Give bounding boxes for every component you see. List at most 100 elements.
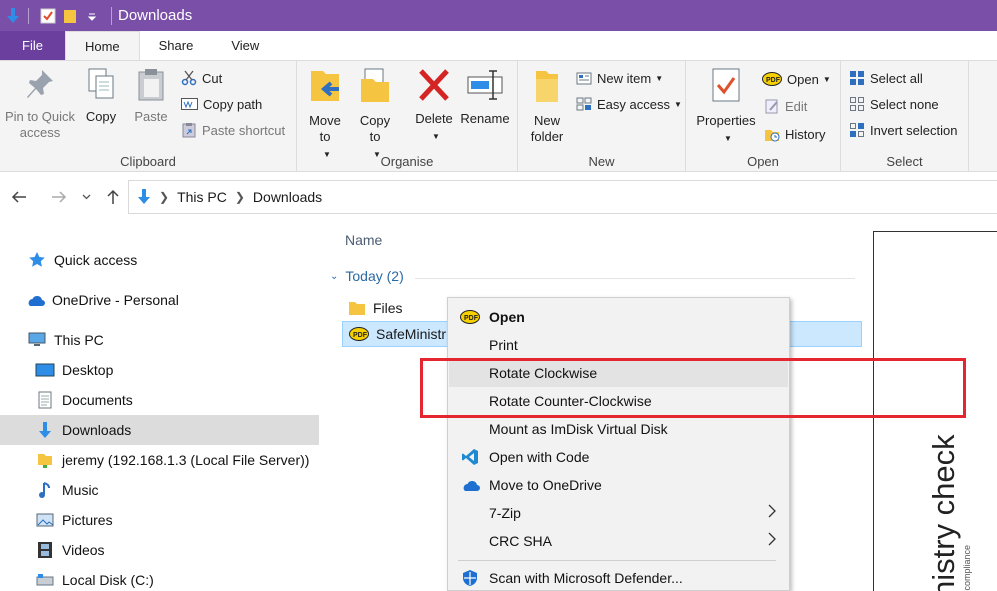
history-button[interactable]: History — [764, 123, 825, 145]
nav-this-pc[interactable]: This PC — [0, 325, 319, 355]
chevron-down-icon: ▼ — [724, 134, 732, 143]
new-item-label: New item — [597, 70, 652, 86]
recent-locations-chevron-icon[interactable] — [78, 186, 94, 208]
pin-label: Pin to Quick access — [4, 109, 76, 140]
easy-access-button[interactable]: Easy access ▼ — [576, 93, 682, 115]
tab-file[interactable]: File — [0, 31, 65, 60]
paste-label: Paste — [134, 109, 168, 124]
copy-to-button[interactable]: Copy to ▼ — [355, 67, 395, 163]
copy-label: Copy — [85, 109, 117, 124]
menu-crc-sha[interactable]: CRC SHA — [449, 527, 788, 555]
breadcrumb-chevron-icon[interactable]: ❯ — [235, 190, 245, 204]
history-label: History — [785, 126, 826, 142]
menu-move-to-onedrive[interactable]: Move to OneDrive — [449, 471, 788, 499]
file-name: Files — [373, 300, 403, 316]
nav-onedrive[interactable]: OneDrive - Personal — [0, 285, 319, 315]
forward-arrow-icon[interactable] — [48, 186, 70, 208]
shield-icon — [459, 567, 481, 589]
nav-label: Local Disk (C:) — [62, 572, 154, 588]
menu-mount-imdisk[interactable]: Mount as ImDisk Virtual Disk — [449, 415, 788, 443]
breadcrumb-chevron-icon[interactable]: ❯ — [159, 190, 169, 204]
menu-scan-defender[interactable]: Scan with Microsoft Defender... — [449, 564, 788, 591]
nav-videos[interactable]: Videos — [0, 535, 319, 565]
menu-print[interactable]: Print — [449, 331, 788, 359]
column-header-name[interactable]: Name — [345, 232, 382, 248]
back-arrow-icon[interactable] — [8, 186, 30, 208]
divider — [415, 278, 855, 279]
copy-path-button[interactable]: Copy path — [181, 93, 262, 115]
properties-label: Properties — [696, 113, 756, 128]
chevron-right-icon — [768, 504, 776, 523]
properties-icon — [694, 67, 758, 109]
rename-icon — [460, 67, 510, 107]
navigation-bar: ❯ This PC ❯ Downloads — [0, 172, 997, 222]
copy-to-folder-icon — [355, 67, 395, 109]
new-folder-icon[interactable] — [61, 7, 79, 25]
move-to-button[interactable]: Move to ▼ — [305, 67, 345, 163]
documents-icon — [35, 391, 55, 409]
pdf-reader-icon: PDF — [762, 72, 782, 86]
history-icon — [764, 126, 780, 142]
paste-shortcut-label: Paste shortcut — [202, 122, 286, 138]
copy-path-icon — [181, 97, 198, 111]
nav-music[interactable]: Music — [0, 475, 319, 505]
menu-7zip[interactable]: 7-Zip — [449, 499, 788, 527]
properties-checklist-icon[interactable] — [39, 7, 57, 25]
invert-selection-button[interactable]: Invert selection — [849, 119, 957, 141]
group-header-today[interactable]: ⌄ Today (2) — [330, 268, 404, 284]
download-arrow-icon[interactable] — [4, 7, 22, 25]
window-title: Downloads — [118, 7, 193, 24]
select-none-button[interactable]: Select none — [849, 93, 939, 115]
up-arrow-icon[interactable] — [102, 186, 124, 208]
open-button[interactable]: PDF Open ▼ — [762, 68, 831, 90]
preview-title: nistry check — [926, 434, 961, 591]
copy-button[interactable]: Copy — [80, 67, 122, 125]
scissors-icon — [181, 70, 197, 86]
cut-button[interactable]: Cut — [181, 67, 222, 89]
tab-view[interactable]: View — [212, 31, 278, 60]
breadcrumb-this-pc[interactable]: This PC — [177, 189, 227, 205]
svg-text:PDF: PDF — [353, 332, 368, 339]
new-folder-button[interactable]: New folder — [524, 67, 570, 145]
rename-button[interactable]: Rename — [460, 67, 510, 127]
paste-button[interactable]: Paste — [128, 67, 174, 125]
new-item-button[interactable]: New item ▼ — [576, 67, 663, 89]
menu-open[interactable]: PDF Open — [449, 303, 788, 331]
select-all-button[interactable]: Select all — [849, 67, 923, 89]
select-none-icon — [849, 96, 865, 112]
tab-home[interactable]: Home — [64, 31, 140, 60]
organise-group: Move to ▼ Copy to ▼ Delete ▼ Rename Organis… — [297, 61, 518, 172]
address-bar[interactable]: ❯ This PC ❯ Downloads — [128, 180, 997, 214]
move-to-folder-icon — [305, 67, 345, 109]
nav-desktop[interactable]: Desktop — [0, 355, 319, 385]
nav-downloads[interactable]: Downloads — [0, 415, 319, 445]
cut-label: Cut — [202, 70, 223, 86]
computer-icon — [27, 332, 47, 348]
chevron-down-icon: ⌄ — [330, 270, 339, 282]
context-menu: PDF Open Print Rotate Clockwise Rotate C… — [447, 297, 790, 591]
nav-local-disk[interactable]: Local Disk (C:) — [0, 565, 319, 591]
nav-quick-access[interactable]: Quick access — [0, 245, 319, 275]
new-group-label: New — [588, 154, 615, 169]
customize-toolbar-dropdown-icon[interactable] — [83, 7, 101, 25]
delete-button[interactable]: Delete ▼ — [410, 67, 458, 145]
edit-button[interactable]: Edit — [764, 95, 807, 117]
menu-open-with-code[interactable]: Open with Code — [449, 443, 788, 471]
tab-share[interactable]: Share — [140, 31, 213, 60]
breadcrumb-downloads[interactable]: Downloads — [253, 189, 322, 205]
nav-documents[interactable]: Documents — [0, 385, 319, 415]
nav-pictures[interactable]: Pictures — [0, 505, 319, 535]
invert-selection-icon — [849, 122, 865, 138]
star-icon — [27, 251, 47, 269]
paste-shortcut-button[interactable]: Paste shortcut — [181, 119, 285, 141]
properties-button[interactable]: Properties ▼ — [694, 67, 758, 147]
nav-label: Music — [62, 482, 99, 498]
open-group: Properties ▼ PDF Open ▼ Edit History Open — [686, 61, 841, 172]
nav-label: Pictures — [62, 512, 113, 528]
downloads-icon — [35, 421, 55, 439]
copy-icon — [80, 67, 122, 105]
folder-icon — [348, 300, 366, 316]
new-folder-icon — [524, 67, 570, 109]
nav-network-drive[interactable]: jeremy (192.168.1.3 (Local File Server)) — [0, 445, 319, 475]
pin-to-quick-access-button[interactable]: Pin to Quick access — [4, 67, 76, 141]
